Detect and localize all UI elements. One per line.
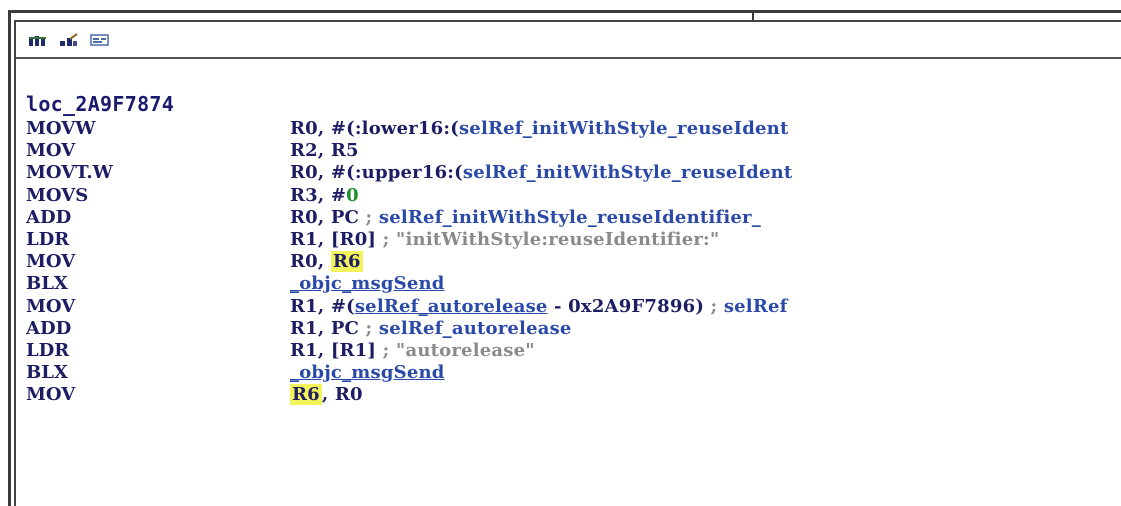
instruction-mnemonic[interactable]: BLX xyxy=(26,273,68,295)
symbol-reference[interactable]: selRef_autorelease xyxy=(379,318,572,339)
symbol-reference[interactable]: selRef_initWithStyle_reuseIdent xyxy=(463,162,793,183)
comment-text: ; xyxy=(710,295,724,317)
instruction-operands[interactable]: R0, R6 xyxy=(290,251,363,273)
instruction-mnemonic[interactable]: ADD xyxy=(26,207,71,229)
instruction-mnemonic[interactable]: MOVS xyxy=(26,185,88,207)
instruction-row[interactable]: ADD R0, PC ; selRef_initWithStyle_reuseId… xyxy=(26,207,1121,229)
instruction-operands[interactable]: R0, #(:lower16:(selRef_initWithStyle_reu… xyxy=(290,118,788,140)
symbol-reference[interactable]: selRef_initWithStyle_reuseIdentifier_ xyxy=(379,207,761,228)
immediate-value: 0 xyxy=(346,184,359,206)
operand-text: - 0x2A9F7896) xyxy=(547,295,711,317)
node-toolbar xyxy=(16,22,1121,59)
instruction-operands[interactable]: R1, [R0] ; "initWithStyle:reuseIdentifie… xyxy=(290,229,719,251)
symbol-reference[interactable]: _objc_msgSend xyxy=(290,362,445,383)
instruction-row[interactable]: MOVS R3, #0 xyxy=(26,185,1121,207)
comment-text: ; "initWithStyle:reuseIdentifier:" xyxy=(382,228,720,250)
symbol-reference[interactable]: selRef_initWithStyle_reuseIdent xyxy=(459,118,789,139)
operand-text: R0, #(:upper16:( xyxy=(290,162,463,184)
instruction-row[interactable]: MOV R6, R0 xyxy=(26,384,1121,406)
comment-text: ; xyxy=(365,206,379,228)
instruction-row[interactable]: MOV R2, R5 xyxy=(26,140,1121,162)
instruction-row[interactable]: BLX _objc_msgSend xyxy=(26,273,1121,295)
highlighted-register[interactable]: R6 xyxy=(290,384,322,406)
operand-text: R3, # xyxy=(290,184,347,206)
disassembly-listing[interactable]: loc_2A9F7874 MOVW R0, #(:lower16:(selRef_… xyxy=(26,90,1121,506)
instruction-mnemonic[interactable]: MOV xyxy=(26,296,75,318)
comment-text: ; "autorelease" xyxy=(382,339,535,361)
instruction-row[interactable]: ADD R1, PC ; selRef_autorelease xyxy=(26,318,1121,340)
instruction-mnemonic[interactable]: MOV xyxy=(26,140,75,162)
instruction-row[interactable]: LDR R1, [R1] ; "autorelease" xyxy=(26,340,1121,362)
operand-text: R1, [R0] xyxy=(290,228,383,250)
operand-text: R1, #( xyxy=(290,295,355,317)
instruction-row[interactable]: MOV R1, #(selRef_autorelease - 0x2A9F7896… xyxy=(26,296,1121,318)
operand-text: R2, R5 xyxy=(290,140,359,162)
instruction-row[interactable]: MOV R0, R6 xyxy=(26,251,1121,273)
symbol-reference[interactable]: selRef xyxy=(724,296,788,317)
instruction-row[interactable]: MOVT.W R0, #(:upper16:(selRef_initWithSty… xyxy=(26,162,1121,184)
instruction-operands[interactable]: R0, PC ; selRef_initWithStyle_reuseIdent… xyxy=(290,207,761,229)
operand-text: , R0 xyxy=(321,384,363,406)
comment-text: ; xyxy=(365,317,379,339)
instruction-row[interactable]: LDR R1, [R0] ; "initWithStyle:reuseIdenti… xyxy=(26,229,1121,251)
instruction-mnemonic[interactable]: MOVT.W xyxy=(26,162,113,184)
instruction-mnemonic[interactable]: LDR xyxy=(26,229,69,251)
instruction-rows: MOVW R0, #(:lower16:(selRef_initWithStyle… xyxy=(26,118,1121,406)
instruction-operands[interactable]: _objc_msgSend xyxy=(290,273,445,295)
instruction-operands[interactable]: R6, R0 xyxy=(290,384,363,406)
instruction-operands[interactable]: R2, R5 xyxy=(290,140,359,162)
operand-text: R0, xyxy=(290,251,331,273)
disassembly-graph-node[interactable]: loc_2A9F7874 MOVW R0, #(:lower16:(selRef_… xyxy=(14,20,1121,506)
instruction-row[interactable]: MOVW R0, #(:lower16:(selRef_initWithStyle… xyxy=(26,118,1121,140)
instruction-operands[interactable]: _objc_msgSend xyxy=(290,362,445,384)
instruction-operands[interactable]: R3, #0 xyxy=(290,185,359,207)
highlighted-register[interactable]: R6 xyxy=(330,251,363,273)
instruction-row[interactable]: BLX _objc_msgSend xyxy=(26,362,1121,384)
operand-text: R0, PC xyxy=(290,206,366,228)
operand-text: R1, PC xyxy=(290,317,366,339)
instruction-operands[interactable]: R1, [R1] ; "autorelease" xyxy=(290,340,535,362)
proximity-view-icon[interactable] xyxy=(59,32,79,47)
location-label[interactable]: loc_2A9F7874 xyxy=(26,90,1121,118)
instruction-mnemonic[interactable]: LDR xyxy=(26,340,69,362)
instruction-mnemonic[interactable]: BLX xyxy=(26,362,68,384)
instruction-mnemonic[interactable]: ADD xyxy=(26,318,71,340)
instruction-mnemonic[interactable]: MOV xyxy=(26,251,75,273)
instruction-operands[interactable]: R0, #(:upper16:(selRef_initWithStyle_reu… xyxy=(290,162,792,184)
instruction-operands[interactable]: R1, PC ; selRef_autorelease xyxy=(290,318,572,340)
instruction-mnemonic[interactable]: MOV xyxy=(26,384,75,406)
text-view-icon[interactable] xyxy=(90,33,110,47)
symbol-reference[interactable]: _objc_msgSend xyxy=(290,273,445,294)
operand-text: R1, [R1] xyxy=(290,339,383,361)
graph-view-icon[interactable] xyxy=(28,33,48,47)
symbol-reference[interactable]: selRef_autorelease xyxy=(355,296,548,317)
operand-text: R0, #(:lower16:( xyxy=(290,118,459,139)
instruction-operands[interactable]: R1, #(selRef_autorelease - 0x2A9F7896) ;… xyxy=(290,296,788,318)
instruction-mnemonic[interactable]: MOVW xyxy=(26,118,95,140)
